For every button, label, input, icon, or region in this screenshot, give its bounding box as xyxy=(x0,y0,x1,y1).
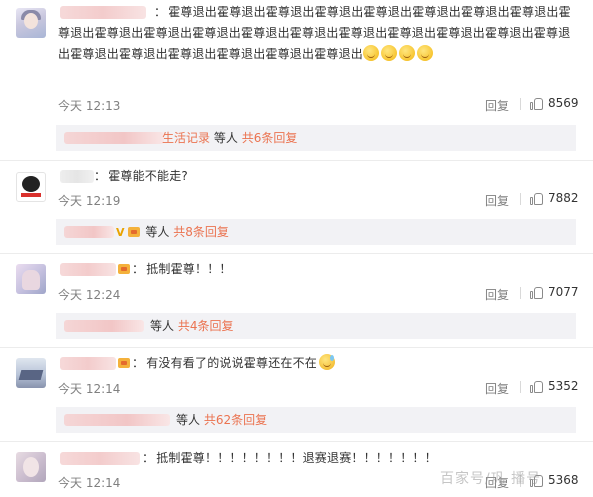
divider xyxy=(0,253,593,254)
member-icon xyxy=(118,264,130,274)
comment-text: ：有没有看了的说说霍尊还在不在 xyxy=(118,353,337,374)
username-blurred[interactable] xyxy=(60,170,94,183)
like-button[interactable]: 8569 xyxy=(530,96,579,110)
sleepy-face-icon xyxy=(363,45,380,61)
reply-button[interactable]: 回复 xyxy=(485,97,509,114)
divider xyxy=(520,193,521,205)
divider xyxy=(0,160,593,161)
verified-badge: V xyxy=(116,226,125,239)
username-blurred[interactable] xyxy=(60,263,116,276)
username-blurred[interactable] xyxy=(60,452,140,465)
thumbs-up-icon xyxy=(530,286,544,299)
divider xyxy=(0,441,593,442)
comment-time: 今天 12:13 xyxy=(58,99,121,113)
comment-time: 今天 12:19 xyxy=(58,194,121,208)
comment-time: 今天 12:24 xyxy=(58,288,121,302)
username-blurred[interactable] xyxy=(64,414,170,426)
like-count: 7882 xyxy=(548,191,579,205)
sub-replies[interactable]: 等人 共4条回复 xyxy=(56,313,576,339)
avatar[interactable] xyxy=(16,452,46,482)
divider xyxy=(520,381,521,393)
others-label: 等人 xyxy=(145,225,170,239)
like-button[interactable]: 7077 xyxy=(530,285,579,299)
username-blurred[interactable] xyxy=(64,320,144,332)
others-label: 等人 xyxy=(150,319,175,333)
comment-time: 今天 12:14 xyxy=(58,476,121,490)
reply-button[interactable]: 回复 xyxy=(485,192,509,209)
sub-replies[interactable]: V 等人 共8条回复 xyxy=(56,219,576,245)
others-label: 等人 xyxy=(213,131,238,145)
comment-time: 今天 12:14 xyxy=(58,382,121,396)
comment-text: ：霍尊能不能走? xyxy=(94,169,188,183)
avatar[interactable] xyxy=(16,358,46,388)
divider xyxy=(520,287,521,299)
others-label: 等人 xyxy=(176,413,201,427)
reply-count-link[interactable]: 共6条回复 xyxy=(242,131,298,145)
comment-text: ：抵制霍尊！！！ xyxy=(118,259,232,280)
avatar[interactable] xyxy=(16,264,46,294)
sweat-face-icon xyxy=(319,354,336,370)
sleepy-face-icon xyxy=(417,45,434,61)
divider xyxy=(0,347,593,348)
reply-user-label: 生活记录 xyxy=(162,131,211,145)
reply-button[interactable]: 回复 xyxy=(485,286,509,303)
avatar[interactable] xyxy=(16,172,46,202)
thumbs-up-icon xyxy=(530,380,544,393)
sleepy-face-icon xyxy=(399,45,416,61)
avatar[interactable] xyxy=(16,8,46,38)
like-count: 5352 xyxy=(548,379,579,393)
reply-count-link[interactable]: 共4条回复 xyxy=(178,319,234,333)
like-count: 7077 xyxy=(548,285,579,299)
watermark: 百家号/巩 播号 xyxy=(440,471,542,487)
sleepy-face-icon xyxy=(381,45,398,61)
member-icon xyxy=(118,358,130,368)
sub-replies[interactable]: 生活记录 等人 共6条回复 xyxy=(56,125,576,151)
reply-count-link[interactable]: 共8条回复 xyxy=(173,225,229,239)
thumbs-up-icon xyxy=(530,192,544,205)
username-blurred[interactable] xyxy=(64,226,114,238)
thumbs-up-icon xyxy=(530,97,544,110)
reply-button[interactable]: 回复 xyxy=(485,380,509,397)
divider xyxy=(520,98,521,110)
comment-text: ：霍尊退出霍尊退出霍尊退出霍尊退出霍尊退出霍尊退出霍尊退出霍尊退出霍尊退出霍尊退… xyxy=(58,5,571,61)
reply-count-link[interactable]: 共62条回复 xyxy=(204,413,267,427)
username-blurred[interactable] xyxy=(60,357,116,370)
username-blurred[interactable] xyxy=(64,132,164,144)
like-count: 8569 xyxy=(548,96,579,110)
like-count: 5368 xyxy=(548,473,579,487)
like-button[interactable]: 7882 xyxy=(530,191,579,205)
like-button[interactable]: 5352 xyxy=(530,379,579,393)
member-icon xyxy=(127,227,140,237)
sub-replies[interactable]: 等人 共62条回复 xyxy=(56,407,576,433)
comment-text: ：抵制霍尊！！！！！！！！退赛退赛！！！！！！！ xyxy=(142,451,437,465)
